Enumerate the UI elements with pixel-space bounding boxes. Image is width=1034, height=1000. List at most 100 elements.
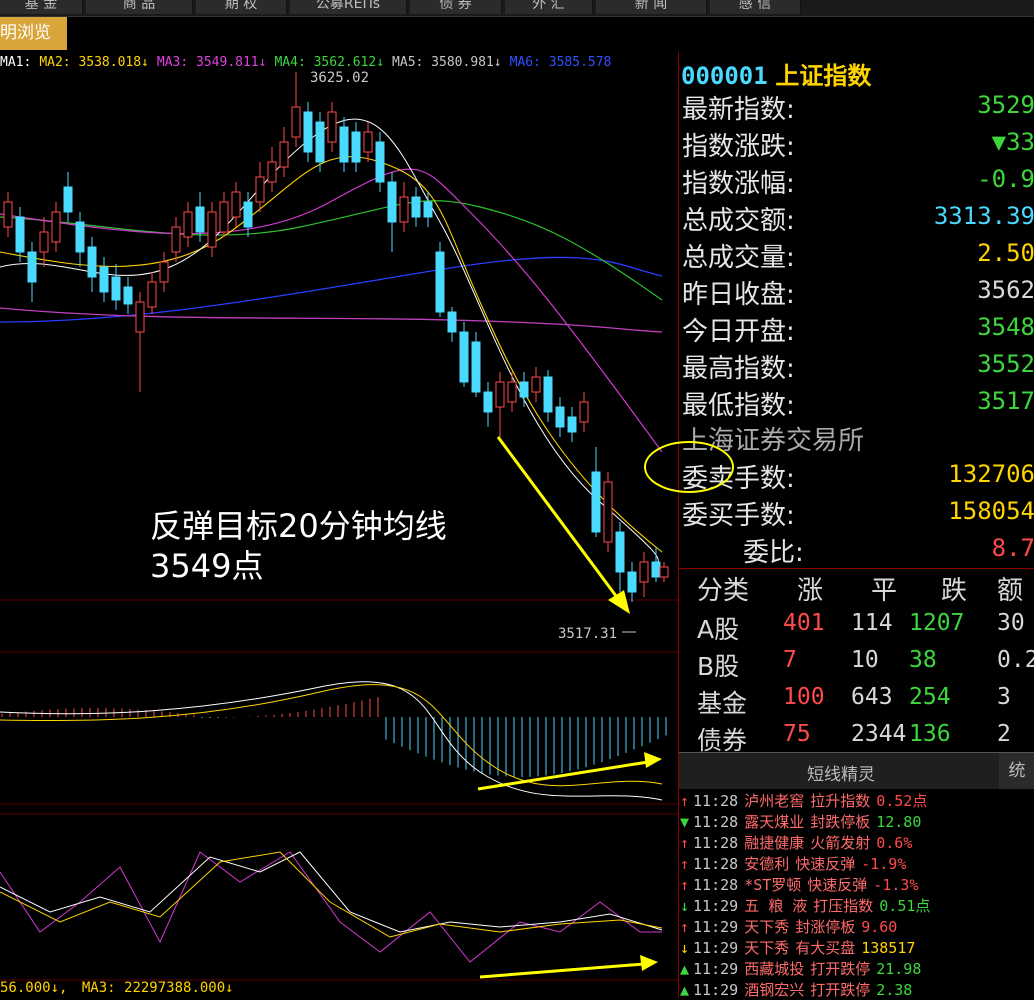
feed-val: 0.6% xyxy=(876,834,913,852)
quote-value: 3552 xyxy=(977,350,1034,378)
feed-item[interactable]: ▼ 11:28 露天煤业 封跌停板 12.80 xyxy=(680,811,921,832)
breadth-cell-cat: A股 xyxy=(697,615,740,644)
breadth-cell-cat: B股 xyxy=(697,652,740,681)
candle-body xyxy=(471,341,481,393)
feed-arrow: ↑ xyxy=(680,834,690,852)
breadth-cell-up: 7 xyxy=(783,647,797,673)
feed-item[interactable]: ↑ 11:28 泸州老窖 拉升指数 0.52点 xyxy=(680,790,927,811)
top-menu-item[interactable]: 基 金 xyxy=(0,0,83,14)
breadth-divider xyxy=(679,568,1034,569)
mode-tab[interactable]: 明浏览 xyxy=(0,17,67,50)
bottom-indicator-ma3: MA3: 22297388.000↓ xyxy=(81,980,234,996)
candle-body xyxy=(627,571,637,593)
breadth-cell-up: 75 xyxy=(783,721,811,747)
macd-dif-line xyxy=(0,681,663,801)
candle-body xyxy=(267,161,277,183)
feed-event: 拉升指数 xyxy=(810,792,871,810)
feed-item[interactable]: ↑ 11:29 天下秀 封涨停板 9.60 xyxy=(680,916,897,937)
feed-item[interactable]: ↓ 11:29 天下秀 有大买盘 138517 xyxy=(680,937,915,958)
top-menu-item[interactable]: 商 品 xyxy=(86,0,193,14)
candle-body xyxy=(15,216,25,253)
candle-body xyxy=(195,206,205,233)
feed-name: 五 粮 液 xyxy=(744,897,808,915)
quote-value: 3548 xyxy=(977,313,1034,341)
candle-body xyxy=(435,251,445,313)
feed-title: 短线精灵 xyxy=(807,765,875,785)
top-menu-item[interactable]: 外 汇 xyxy=(505,0,593,14)
feed-name: 露天煤业 xyxy=(744,813,805,831)
ma-legend-item: MA3: 3549.811↓ xyxy=(156,55,267,70)
feed-event: 快速反弹 xyxy=(807,876,868,894)
top-menu-item[interactable]: 债 券 xyxy=(410,0,502,14)
ma-line-blue xyxy=(0,256,663,323)
feed-time: 11:28 xyxy=(693,834,739,852)
feed-tab[interactable]: 统 xyxy=(999,753,1034,789)
order-label: 委买手数: xyxy=(682,501,795,531)
top-menu-item[interactable]: 期 权 xyxy=(196,0,287,14)
candle-body xyxy=(159,261,169,283)
candle-body xyxy=(135,301,145,333)
top-menu-item[interactable]: 感 信 xyxy=(710,0,801,14)
top-menu-item[interactable]: 公募REITs xyxy=(290,0,407,14)
feed-item[interactable]: ↑ 11:28 融捷健康 火箭发射 0.6% xyxy=(680,832,912,853)
breadth-cell-flat: 10 xyxy=(851,647,879,673)
candle-body xyxy=(147,281,157,308)
price-low-label: 3517.31 xyxy=(558,626,617,642)
ma-line-green xyxy=(0,200,663,301)
feed-arrow: ↑ xyxy=(680,876,690,894)
feed-val: -1.3% xyxy=(873,876,919,894)
candle-body xyxy=(351,131,361,163)
candle-body xyxy=(615,531,625,573)
trend-arrowhead-kdj xyxy=(640,955,658,971)
breadth-cell-amt: 0.2 xyxy=(997,647,1034,673)
feed-val: 138517 xyxy=(861,939,916,957)
quote-value: -0.9 xyxy=(977,165,1034,193)
macd-dea-line xyxy=(0,684,663,787)
candle-body xyxy=(171,226,181,253)
bottom-indicator: 56.000↓, MA3: 22297388.000↓ xyxy=(0,980,234,996)
candle-body xyxy=(591,471,601,533)
candle-body xyxy=(659,566,669,578)
quote-label: 最高指数: xyxy=(682,354,795,384)
breadth-cell-flat: 2344 xyxy=(851,721,907,747)
stock-name: 上证指数 xyxy=(775,62,872,90)
candle-body xyxy=(183,211,193,238)
breadth-cell-cat: 基金 xyxy=(697,689,748,718)
candle-body xyxy=(87,246,97,278)
quote-value: 3562 xyxy=(977,276,1034,304)
candle-body xyxy=(231,191,241,218)
candle-body xyxy=(111,276,121,301)
feed-name: 泸州老窖 xyxy=(744,792,805,810)
feed-item[interactable]: ↓ 11:29 五 粮 液打压指数 0.51点 xyxy=(680,895,930,916)
order-label: 委比: xyxy=(743,538,804,568)
feed-item[interactable]: ▲ 11:29 西藏城投 打开跌停 21.98 xyxy=(680,958,921,979)
ma-legend-item: MA2: 3538.018↓ xyxy=(39,55,149,70)
ma-line-purple xyxy=(0,307,663,333)
feed-arrow: ↑ xyxy=(680,792,690,810)
feed-event: 快速反弹 xyxy=(795,855,856,873)
highlight-circle xyxy=(644,441,734,493)
order-value: 158054 xyxy=(948,497,1034,525)
feed-time: 11:28 xyxy=(693,792,739,810)
candle-body xyxy=(387,181,397,223)
feed-name: 天下秀 xyxy=(744,918,790,936)
feed-val: -1.9% xyxy=(861,855,907,873)
kdj-j-line xyxy=(0,851,663,938)
breadth-cell-down: 1207 xyxy=(909,610,965,636)
candle-body xyxy=(555,406,565,428)
candle-body xyxy=(375,141,385,183)
breadth-cell-flat: 643 xyxy=(851,684,893,710)
ma-legend-item: MA1: xyxy=(0,55,32,70)
trend-arrow-down xyxy=(496,436,624,605)
feed-item[interactable]: ↑ 11:28 安德利 快速反弹 -1.9% xyxy=(680,853,906,874)
feed-time: 11:29 xyxy=(693,981,739,999)
trend-arrowhead-down xyxy=(608,590,630,614)
candle-body xyxy=(51,211,61,243)
ma-legend-item: MA6: 3585.578 xyxy=(509,55,612,70)
feed-item[interactable]: ▲ 11:29 酒钢宏兴 打开跌停 2.38 xyxy=(680,979,912,1000)
feed-item[interactable]: ↑ 11:28 *ST罗顿 快速反弹 -1.3% xyxy=(680,874,918,895)
top-menu-item[interactable]: 新 闻 xyxy=(596,0,707,14)
candle-body xyxy=(3,201,13,228)
candle-body xyxy=(279,141,289,168)
quote-value: 2.50 xyxy=(977,239,1034,267)
